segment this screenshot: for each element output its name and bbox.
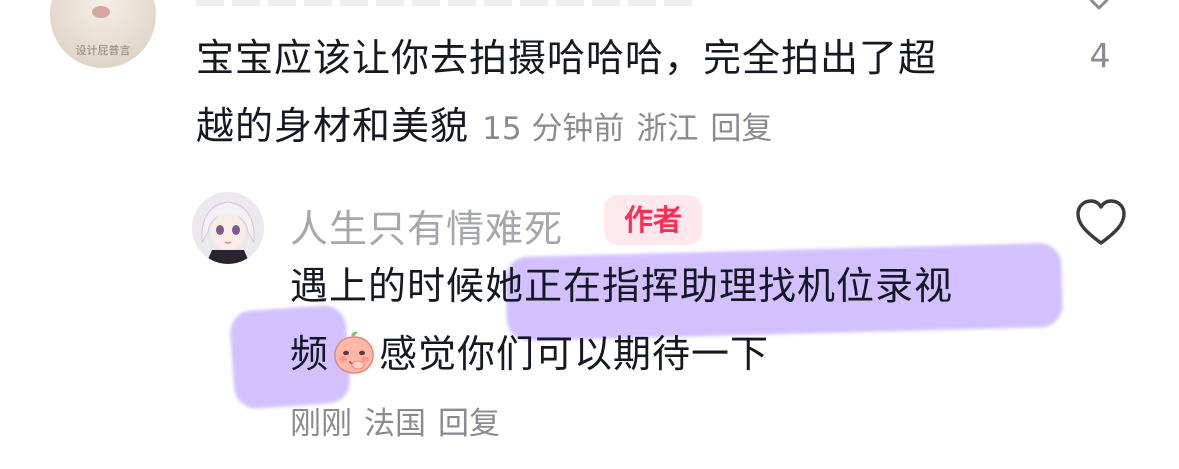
anime-avatar-icon	[192, 192, 264, 264]
reply-button[interactable]: 回复	[710, 111, 772, 147]
peach-blush-emoji	[334, 331, 374, 374]
cat-nose	[92, 6, 110, 18]
comment-line-with-meta: 越的身材和美貌 15 分钟前 浙江 回复	[196, 92, 1036, 163]
author-badge: 作者	[604, 195, 702, 245]
author-username[interactable]: 人生只有情难死	[290, 198, 563, 253]
author-avatar[interactable]	[192, 192, 264, 264]
comment-location: 浙江	[636, 111, 699, 147]
reply-item: 人生只有情难死 作者 遇上的时候她正在指挥助理找机位录视 频 感觉你们可以期待一…	[0, 180, 1179, 469]
reply-meta: 刚刚 法国 回复	[290, 398, 512, 443]
reply-button[interactable]: 回复	[438, 406, 500, 442]
comment-line: 宝宝应该让你去拍摄哈哈哈，完全拍出了超	[196, 36, 938, 80]
comment-line: 越的身材和美貌	[196, 104, 470, 148]
clipped-previous-line	[196, 0, 696, 6]
comment-item: 设计屁普言 宝宝应该让你去拍摄哈哈哈，完全拍出了超 越的身材和美貌 15 分钟前…	[0, 0, 1179, 180]
reply-text-segment: 感觉你们可以期待一下	[379, 332, 770, 376]
reply-line-with-emoji: 频 感觉你们可以期待一下	[290, 320, 1050, 388]
reply-text-segment: 频	[290, 332, 330, 376]
user-avatar[interactable]: 设计屁普言	[50, 0, 156, 68]
comment-meta: 15 分钟前 浙江 回复	[482, 111, 784, 147]
like-count: 4	[1089, 36, 1111, 75]
reply-time: 刚刚	[290, 406, 352, 442]
comment-text: 宝宝应该让你去拍摄哈哈哈，完全拍出了超 越的身材和美貌 15 分钟前 浙江 回复	[196, 24, 1036, 163]
comment-time: 15 分钟前	[482, 111, 625, 147]
heart-outline-icon[interactable]	[1074, 197, 1128, 247]
reply-text: 遇上的时候她正在指挥助理找机位录视 频 感觉你们可以期待一下	[290, 252, 1050, 388]
reply-location: 法国	[364, 406, 426, 442]
chevron-down-icon[interactable]	[1088, 0, 1110, 16]
reply-line: 遇上的时候她正在指挥助理找机位录视	[290, 264, 954, 308]
avatar-caption: 设计屁普言	[75, 44, 131, 57]
